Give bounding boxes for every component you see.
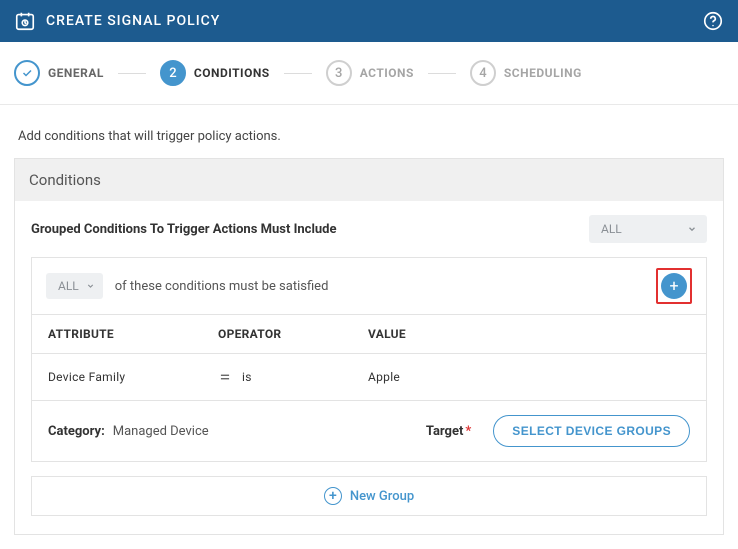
step-label: SCHEDULING	[504, 66, 582, 80]
step-number: 2	[160, 60, 186, 86]
card-title: Conditions	[15, 159, 723, 201]
required-asterisk: *	[465, 424, 471, 439]
group-header-left: ALL of these conditions must be satisfie…	[46, 273, 328, 299]
step-connector	[428, 73, 456, 74]
cell-value: Apple	[368, 370, 690, 384]
step-general[interactable]: GENERAL	[14, 60, 104, 86]
help-icon[interactable]	[702, 10, 724, 32]
col-header-attribute: ATTRIBUTE	[48, 327, 218, 341]
grouped-label: Grouped Conditions To Trigger Actions Mu…	[31, 222, 337, 237]
new-group-button[interactable]: + New Group	[31, 476, 707, 516]
page-title: CREATE SIGNAL POLICY	[46, 13, 220, 29]
operator-text: is	[242, 370, 252, 384]
col-header-value: VALUE	[368, 327, 690, 341]
cell-operator: is	[218, 370, 368, 384]
step-label: ACTIONS	[360, 66, 414, 80]
new-group-label: New Group	[350, 489, 414, 504]
add-condition-button[interactable]: +	[661, 273, 687, 299]
target-label: Target*	[426, 424, 471, 439]
grouped-select[interactable]: ALL	[589, 215, 707, 243]
category-value: Managed Device	[113, 424, 209, 439]
step-actions[interactable]: 3 ACTIONS	[326, 60, 414, 86]
match-mode-select[interactable]: ALL	[46, 273, 103, 299]
group-footer: Category: Managed Device Target* SELECT …	[32, 401, 706, 461]
step-label: CONDITIONS	[194, 66, 270, 80]
select-device-groups-button[interactable]: SELECT DEVICE GROUPS	[493, 415, 690, 447]
app-header: CREATE SIGNAL POLICY	[0, 0, 738, 42]
wizard-stepper: GENERAL 2 CONDITIONS 3 ACTIONS 4 SCHEDUL…	[0, 42, 738, 105]
step-number: 4	[470, 60, 496, 86]
match-mode-value: ALL	[58, 279, 79, 293]
plus-icon: +	[669, 278, 678, 294]
table-row: Device Family is Apple	[32, 354, 706, 401]
group-header: ALL of these conditions must be satisfie…	[32, 258, 706, 315]
equals-icon	[218, 370, 232, 384]
chevron-down-icon	[86, 282, 95, 291]
step-connector	[284, 73, 312, 74]
step-scheduling[interactable]: 4 SCHEDULING	[470, 60, 582, 86]
step-conditions[interactable]: 2 CONDITIONS	[160, 60, 270, 86]
col-header-operator: OPERATOR	[218, 327, 368, 341]
conditions-table-header: ATTRIBUTE OPERATOR VALUE	[32, 315, 706, 354]
step-label: GENERAL	[48, 66, 104, 80]
grouped-conditions-row: Grouped Conditions To Trigger Actions Mu…	[31, 215, 707, 243]
step-connector	[118, 73, 146, 74]
chevron-down-icon	[687, 224, 697, 234]
header-left: CREATE SIGNAL POLICY	[14, 10, 220, 32]
add-condition-highlight: +	[656, 268, 692, 304]
target-label-text: Target	[426, 424, 464, 439]
signal-policy-icon	[14, 10, 36, 32]
card-body: Grouped Conditions To Trigger Actions Mu…	[15, 201, 723, 534]
group-header-text: of these conditions must be satisfied	[115, 279, 329, 294]
step-number: 3	[326, 60, 352, 86]
hint-text: Add conditions that will trigger policy …	[18, 129, 720, 144]
grouped-select-value: ALL	[601, 222, 622, 236]
category-label: Category:	[48, 424, 105, 439]
check-icon	[14, 60, 40, 86]
condition-group: ALL of these conditions must be satisfie…	[31, 257, 707, 462]
plus-circle-icon: +	[324, 487, 342, 505]
conditions-card: Conditions Grouped Conditions To Trigger…	[14, 158, 724, 535]
cell-attribute: Device Family	[48, 370, 218, 384]
content-area: Add conditions that will trigger policy …	[0, 105, 738, 549]
